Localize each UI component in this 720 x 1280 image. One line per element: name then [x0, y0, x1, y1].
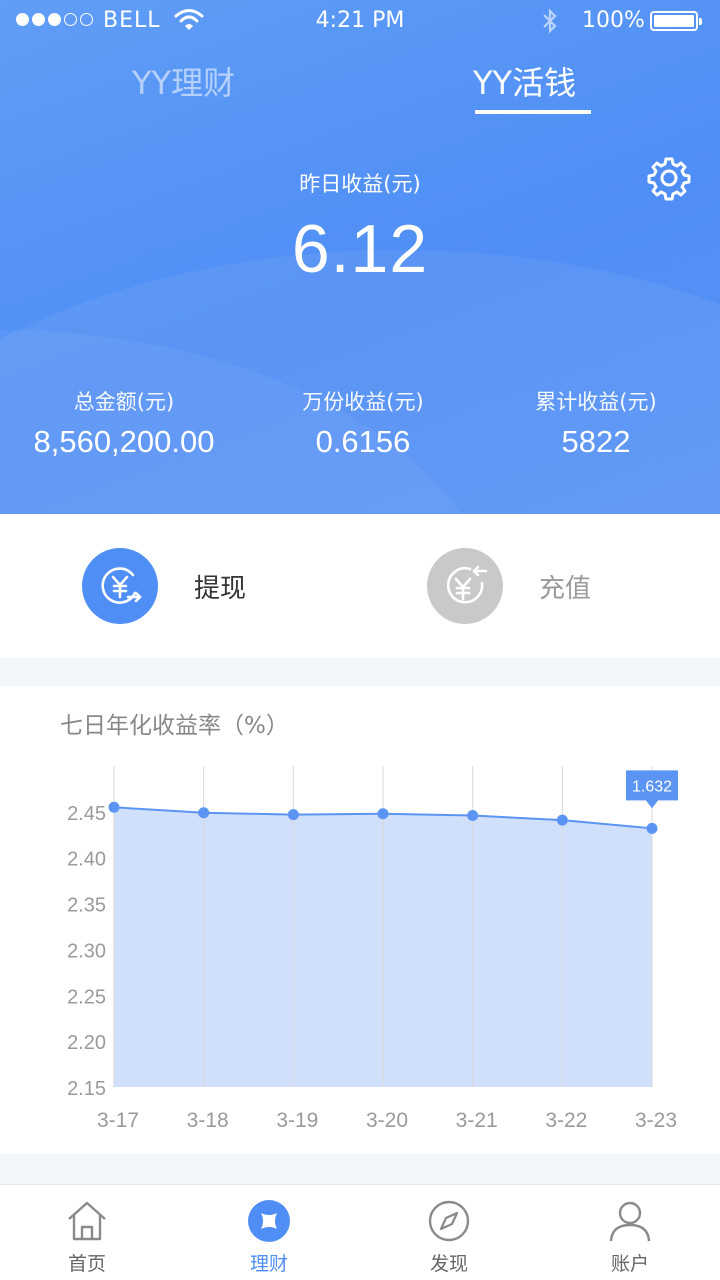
chart-data-point [287, 809, 299, 821]
chart-x-tick-label: 3-23 [635, 1109, 677, 1132]
product-tabs: YY理财 YY活钱 [0, 58, 720, 118]
yield-chart-card: 2.45 2.40 2.35 2.30 2.25 2.20 2.15 3-17 3-18 3-19… [0, 686, 720, 1154]
chart-tooltip-label: 1.632 [632, 778, 672, 795]
battery-percentage: 100% [582, 8, 645, 33]
tabbar-label: 首页 [67, 1253, 106, 1275]
tabbar-label: 账户 [610, 1253, 649, 1275]
tab-yy-licai[interactable]: YY理财 [132, 58, 235, 104]
tabbar-item-discover[interactable]: 发现 [389, 1199, 509, 1276]
recharge-label: 充值 [539, 573, 592, 604]
action-panel: 提现 充值 [0, 514, 720, 658]
chart-y-tick-label: 2.30 [67, 940, 106, 962]
tabbar-item-account[interactable]: 账户 [570, 1199, 690, 1276]
stat-label: 总金额(元) [73, 390, 175, 414]
stat-value: 8,560,200.00 [33, 424, 215, 459]
battery-icon [650, 11, 702, 31]
chart-x-tick-label: 3-21 [456, 1109, 498, 1132]
home-icon [27, 1199, 147, 1243]
yesterday-earnings-label: 昨日收益(元) [299, 172, 421, 196]
chart-data-point [646, 822, 658, 834]
tab-yy-huoqian[interactable]: YY活钱 [473, 58, 576, 104]
tabbar-item-finance[interactable]: 理财 [209, 1199, 329, 1276]
chart-data-point [198, 807, 210, 819]
tabbar-label: 发现 [429, 1253, 468, 1275]
active-tab-indicator [475, 110, 591, 114]
chart-y-tick-label: 2.45 [67, 803, 106, 825]
bluetooth-icon [540, 7, 560, 39]
tabbar-label: 理财 [249, 1253, 288, 1275]
chart-y-tick-label: 2.15 [67, 1078, 106, 1100]
recharge-button[interactable]: 充值 [427, 548, 591, 624]
stat-label: 累计收益(元) [535, 390, 657, 414]
withdraw-label: 提现 [194, 573, 247, 604]
chart-x-tick-label: 3-18 [187, 1109, 229, 1132]
yen-out-icon [82, 548, 158, 624]
chart-data-point [556, 814, 568, 826]
user-icon [570, 1199, 690, 1243]
chart-title: 七日年化收益率（%） [60, 713, 289, 739]
chart-data-point [108, 801, 120, 813]
chart-x-tick-label: 3-19 [276, 1109, 318, 1132]
bottom-tab-bar: 首页 理财 发现 账户 [0, 1184, 720, 1280]
yen-in-icon [427, 548, 503, 624]
chart-data-point [377, 808, 389, 820]
chart-y-tick-label: 2.25 [67, 986, 106, 1008]
yesterday-earnings-value: 6.12 [291, 211, 429, 287]
stat-total-amount: 总金额(元) 8,560,200.00 [4, 386, 244, 460]
chart-y-tick-label: 2.20 [67, 1032, 106, 1054]
chart-x-tick-label: 3-22 [545, 1109, 587, 1132]
stat-per-ten-thousand: 万份收益(元) 0.6156 [243, 386, 483, 460]
chart-y-tick-label: 2.35 [67, 895, 106, 917]
withdraw-button[interactable]: 提现 [82, 548, 246, 624]
stat-cumulative: 累计收益(元) 5822 [476, 386, 716, 460]
chart-x-tick-label: 3-17 [97, 1109, 139, 1132]
header-panel: BELL 4:21 PM 100% YY理财 YY活钱 昨日收益(元) 6.12… [0, 0, 720, 514]
tabbar-item-home[interactable]: 首页 [27, 1199, 147, 1276]
yield-chart: 2.45 2.40 2.35 2.30 2.25 2.20 2.15 3-17 3-18 3-19… [67, 766, 678, 1132]
chart-y-tick-label: 2.40 [67, 849, 106, 871]
chart-data-point [467, 810, 479, 822]
stat-value: 0.6156 [315, 424, 411, 459]
chart-x-tick-label: 3-20 [366, 1109, 408, 1132]
finance-icon [209, 1199, 329, 1243]
stat-label: 万份收益(元) [302, 390, 424, 414]
status-bar: BELL 4:21 PM 100% [0, 0, 720, 42]
stat-value: 5822 [561, 424, 631, 459]
compass-icon [389, 1199, 509, 1243]
